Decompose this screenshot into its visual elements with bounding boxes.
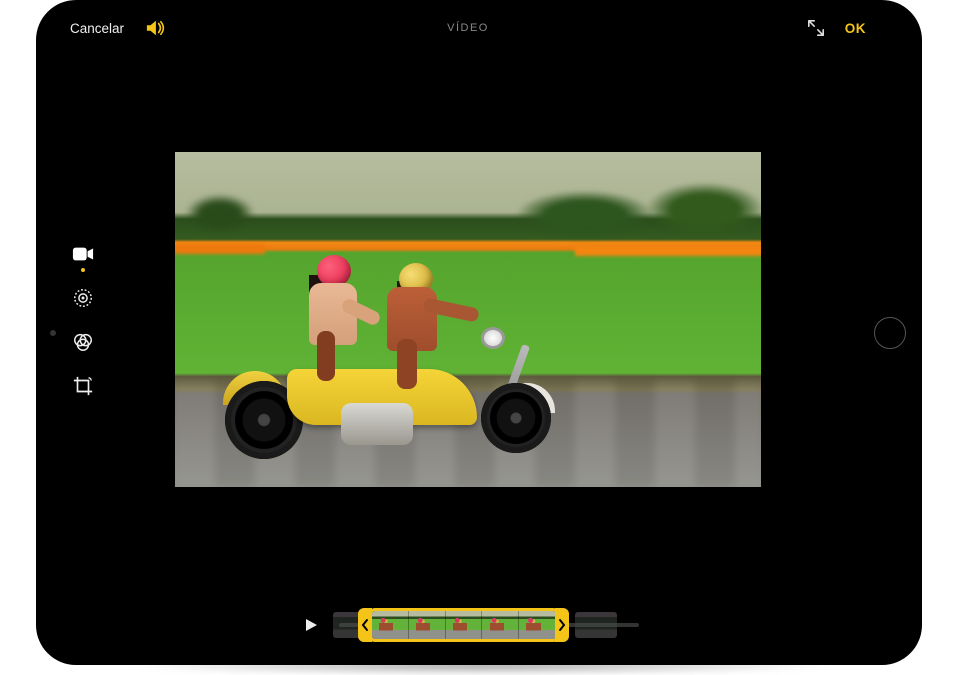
timeline-thumb	[446, 611, 483, 639]
crop-tool-button[interactable]	[70, 373, 96, 399]
home-button[interactable]	[874, 317, 906, 349]
play-button[interactable]	[297, 611, 325, 639]
trim-selection[interactable]	[369, 608, 559, 642]
filters-tool-button[interactable]	[70, 329, 96, 355]
edit-tools-sidebar	[70, 241, 96, 399]
timeline-thumb	[519, 611, 556, 639]
scene-tree	[185, 194, 255, 234]
device-camera-dot	[50, 330, 56, 336]
scene-rider	[369, 257, 469, 385]
timeline-thumb	[372, 611, 409, 639]
timeline-bar	[70, 595, 866, 645]
scene-motorbike	[231, 259, 561, 459]
timeline-thumb	[409, 611, 446, 639]
ipad-frame: Cancelar VÍDEO OK	[36, 0, 922, 665]
scene-flowers	[575, 246, 761, 256]
video-tool-button[interactable]	[70, 241, 96, 267]
timeline-thumb-outside	[575, 612, 617, 638]
trim-handle-start[interactable]	[358, 608, 372, 642]
scene-flowers	[175, 244, 265, 254]
video-preview[interactable]	[175, 152, 761, 487]
header-right-group: OK	[807, 19, 866, 37]
scene-tree	[645, 182, 761, 237]
trim-handle-end[interactable]	[555, 608, 569, 642]
cancel-button[interactable]: Cancelar	[70, 21, 124, 36]
header-left-group: Cancelar	[70, 19, 166, 37]
mode-title: VÍDEO	[447, 22, 489, 34]
fullscreen-icon[interactable]	[807, 19, 825, 37]
editor-content	[70, 44, 866, 595]
timeline-track[interactable]	[339, 608, 639, 642]
volume-icon[interactable]	[144, 19, 166, 37]
scene-tree	[515, 190, 655, 240]
editor-header: Cancelar VÍDEO OK	[70, 12, 866, 44]
adjust-tool-button[interactable]	[70, 285, 96, 311]
done-button[interactable]: OK	[845, 21, 866, 36]
timeline-thumb	[482, 611, 519, 639]
